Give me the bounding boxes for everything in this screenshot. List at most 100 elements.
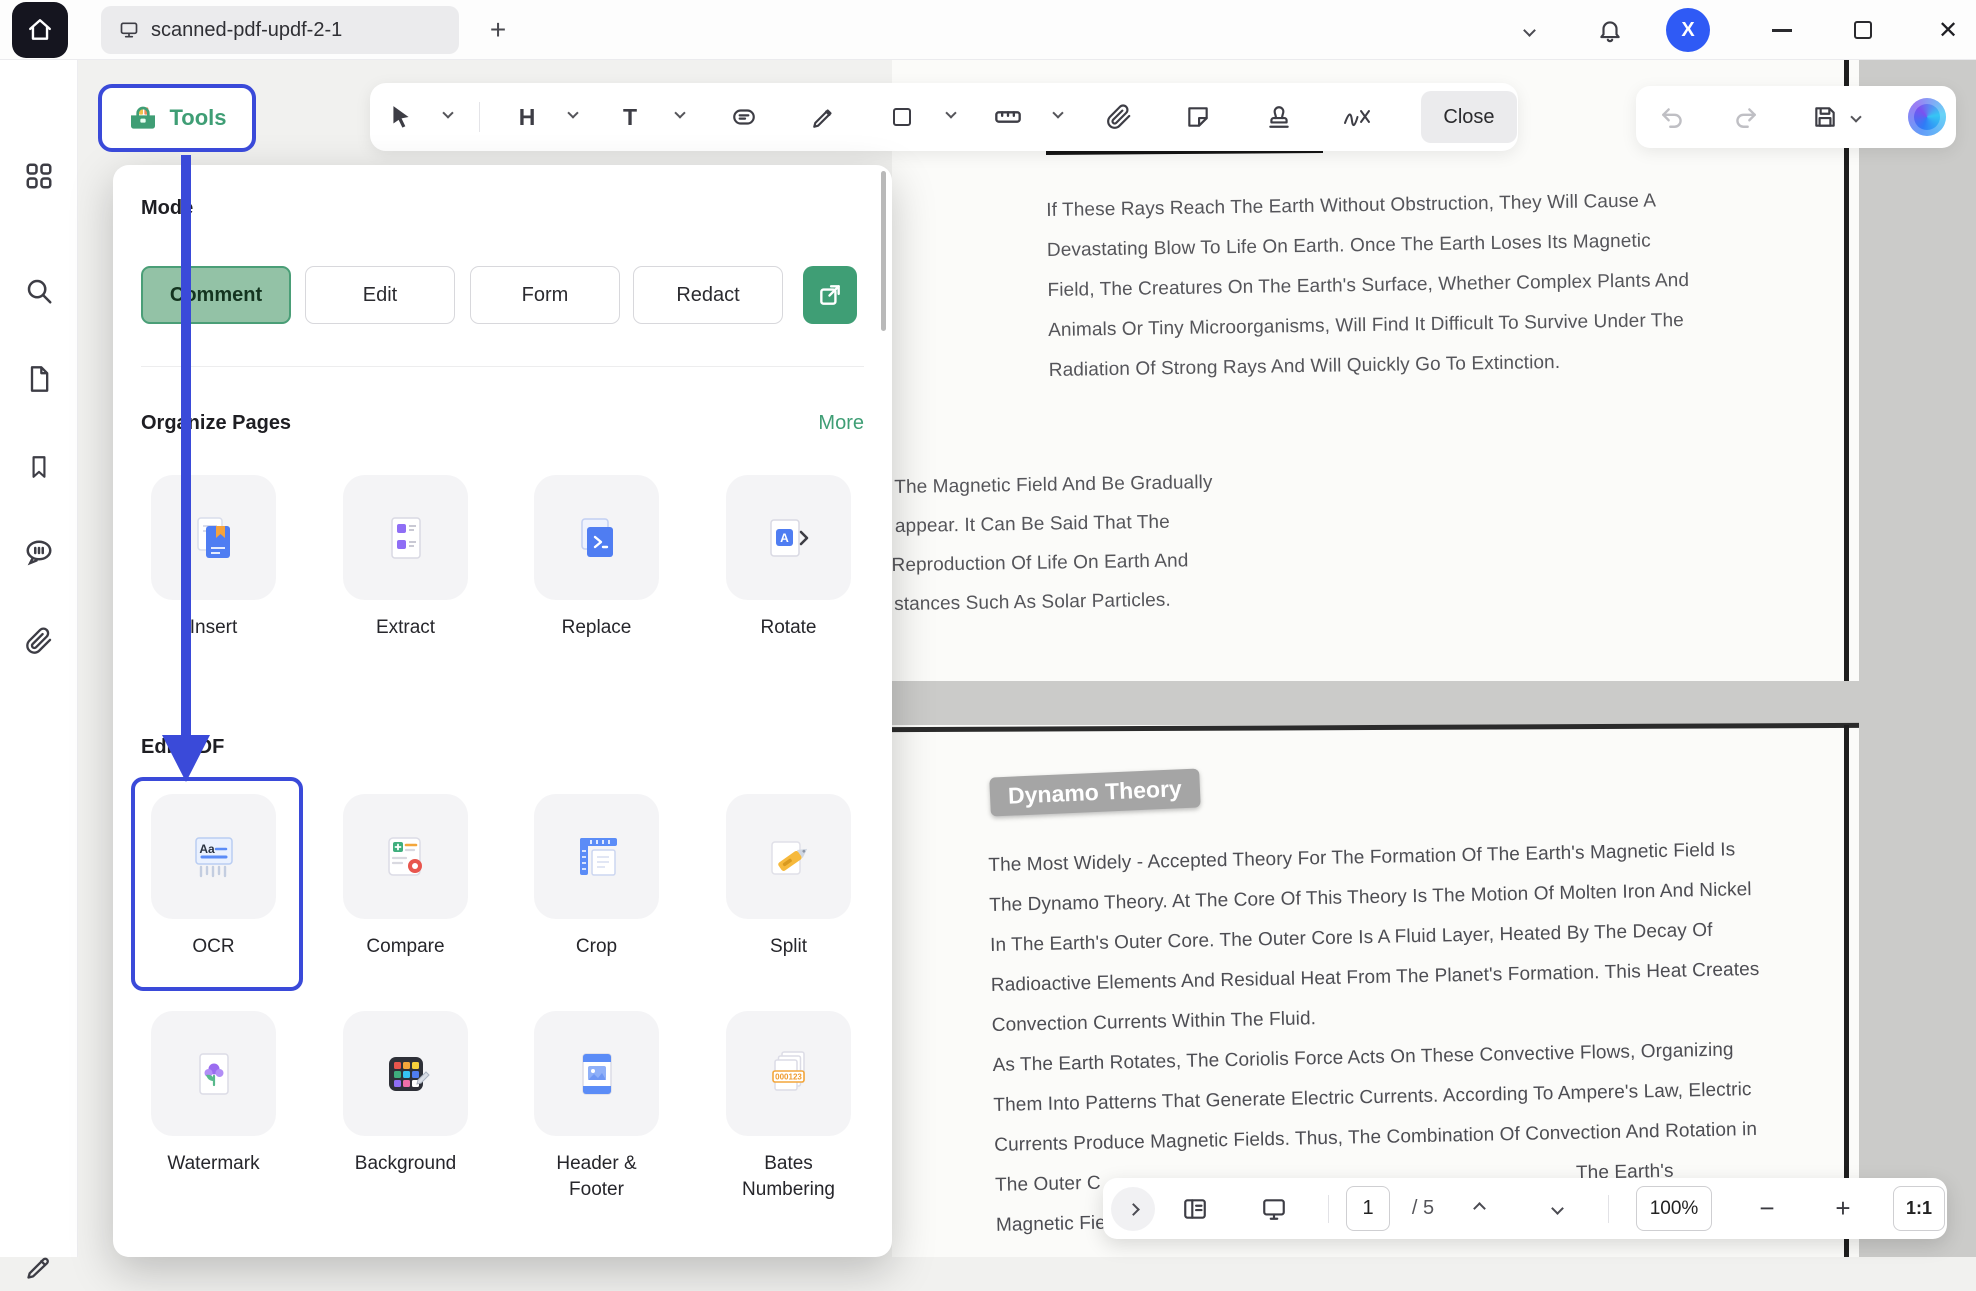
page1-fragment: Reproduction Of Life On Earth And [891,541,1214,585]
ai-assistant-button[interactable] [1908,98,1946,136]
bookmarks-button[interactable] [0,443,78,491]
tool-insert-label: Insert [151,615,276,641]
tool-compare[interactable]: Compare [343,794,468,960]
thumbnail-view-button[interactable] [1175,1178,1215,1239]
tool-ocr[interactable]: Aa OCR [151,794,276,960]
minimize-icon [1772,29,1792,32]
tool-rotate[interactable]: A Rotate [726,475,851,641]
tool-watermark[interactable]: Watermark [151,1011,276,1177]
shape-tool-button[interactable] [882,97,922,137]
document-tab[interactable]: scanned-pdf-updf-2-1 [101,6,459,54]
tab-title: scanned-pdf-updf-2-1 [151,19,342,42]
page1-fragment: appear. It Can Be Said That The [895,502,1214,546]
background-icon [343,1011,468,1136]
close-window-button[interactable]: ✕ [1924,0,1972,60]
new-tab-button[interactable]: + [480,12,516,48]
close-toolbar-button[interactable]: Close [1421,91,1517,143]
watermark-icon [151,1011,276,1136]
save-button[interactable] [1805,97,1845,137]
highlight-tool-button[interactable]: H [507,97,547,137]
tool-crop[interactable]: Crop [534,794,659,960]
page-count-label: / 5 [1398,1178,1448,1239]
user-avatar[interactable]: X [1666,8,1710,52]
organize-section-title: Organize Pages [141,412,291,435]
tool-split-label: Split [726,934,851,960]
sticker-tool-button[interactable] [1178,97,1218,137]
shape-tool-dropdown[interactable] [945,107,956,118]
redo-button[interactable] [1725,97,1765,137]
bookmark-icon [26,454,52,480]
organize-more-link[interactable]: More [818,412,864,435]
statusbar-divider [1328,1195,1329,1223]
marker-icon [811,104,837,130]
mode-edit-button[interactable]: Edit [305,266,455,324]
tool-bates-numbering-label: Bates Numbering [726,1151,851,1203]
actual-size-button[interactable]: 1:1 [1893,1186,1945,1231]
next-page-button[interactable] [1537,1178,1577,1239]
mode-redact-button[interactable]: Redact [633,266,783,324]
notifications-button[interactable] [1586,0,1634,60]
zoom-in-button[interactable]: + [1823,1178,1863,1239]
save-dropdown[interactable] [1850,111,1861,122]
previous-page-button[interactable] [1459,1178,1499,1239]
tools-button[interactable]: Tools [98,84,256,152]
mode-form-button[interactable]: Form [470,266,620,324]
screen-icon [1261,1196,1287,1222]
panel-scrollbar[interactable] [881,171,886,331]
zoom-out-button[interactable]: − [1747,1178,1787,1239]
pen-tool-button[interactable] [804,97,844,137]
toolbar-divider [479,102,480,132]
text-tool-button[interactable]: T [610,97,650,137]
note-tool-button[interactable] [724,97,764,137]
bates-numbering-icon: 000123 [726,1011,851,1136]
rotate-icon: A [726,475,851,600]
minimize-button[interactable] [1758,0,1806,60]
home-button[interactable] [12,2,68,58]
pages-panel-button[interactable] [0,355,78,403]
measure-tool-dropdown[interactable] [1052,107,1063,118]
page-number-input[interactable]: 1 [1346,1186,1390,1231]
tool-extract[interactable]: Extract [343,475,468,641]
left-sidebar [0,60,78,1257]
signature-tool-button[interactable] [1338,97,1378,137]
document-viewport: If These Rays Reach The Earth Without Ob… [892,60,1976,1257]
tool-bates-numbering[interactable]: 000123 Bates Numbering [726,1011,851,1203]
highlight-tool-dropdown[interactable] [567,107,578,118]
presentation-button[interactable] [1254,1178,1294,1239]
undo-button[interactable] [1653,97,1693,137]
crop-icon [534,794,659,919]
maximize-button[interactable] [1839,0,1887,60]
tool-split[interactable]: Split [726,794,851,960]
replace-icon [534,475,659,600]
open-in-new-button[interactable] [803,266,857,324]
select-tool-button[interactable] [381,97,421,137]
tool-background[interactable]: Background [343,1011,468,1177]
tool-ocr-label: OCR [151,934,276,960]
text-tool-dropdown[interactable] [674,107,685,118]
page1-fragment: The Magnetic Field And Be Gradually [894,463,1213,507]
toolbox-icon [127,102,159,134]
mode-comment-button[interactable]: Comment [141,266,291,324]
chat-icon [24,538,54,568]
tools-panel: Mode Comment Edit Form Redact Organize P… [113,165,892,1257]
search-button[interactable] [0,267,78,315]
section-heading-highlight: Dynamo Theory [989,768,1200,816]
tool-insert[interactable]: Insert [151,475,276,641]
panel-divider [141,366,864,367]
sign-tool-button[interactable] [0,1243,78,1291]
stamp-tool-button[interactable] [1259,97,1299,137]
select-tool-dropdown[interactable] [442,107,453,118]
attachments-panel-button[interactable] [0,617,78,665]
comments-panel-button[interactable] [0,529,78,577]
annotation-toolbar: H T Close [370,83,1518,151]
pdf-page-1: If These Rays Reach The Earth Without Ob… [892,60,1859,681]
tabs-dropdown-button[interactable] [1505,0,1553,60]
measure-tool-button[interactable] [988,97,1028,137]
tool-replace[interactable]: Replace [534,475,659,641]
zoom-level-button[interactable]: 100% [1636,1186,1712,1231]
collapse-bar-button[interactable] [1111,1187,1155,1231]
attach-file-button[interactable] [1099,97,1139,137]
sticker-icon [1185,104,1211,130]
tool-header-footer[interactable]: Header & Footer [534,1011,659,1203]
apps-grid-button[interactable] [0,152,78,200]
